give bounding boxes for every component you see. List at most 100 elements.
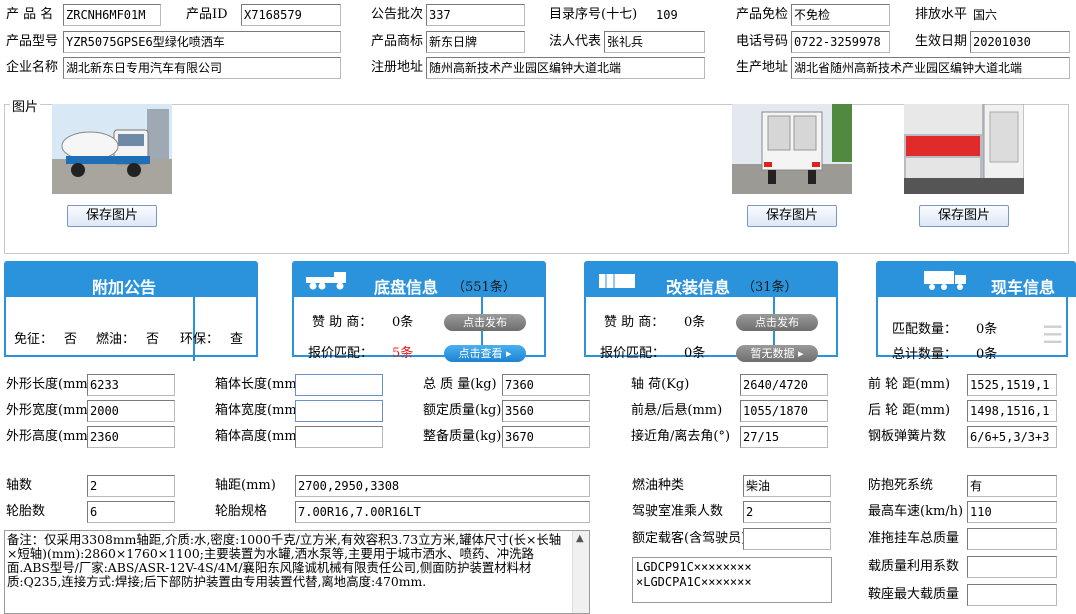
mod-panel: 改装信息 （31条） 赞 助 商： 0条 点击发布 报价匹配： 0条 暂无数据 … [584,261,838,362]
axles-label: 轴数 [6,478,33,493]
box-length-field[interactable] [295,374,383,396]
curb-mass-field[interactable]: 3670 [502,426,590,448]
fuel-type-label: 燃油种类 [632,478,685,493]
length-field[interactable]: 6233 [87,374,175,396]
util-field[interactable] [967,556,1057,578]
mod-quote-count: 0条 [684,346,706,361]
product-name-field[interactable]: ZRCNH6MF01M [63,4,161,26]
scroll-up-icon[interactable]: ▲ [576,533,584,544]
length-label: 外形长度(mm) [6,377,88,392]
fuel-type-field[interactable]: 柴油 [743,475,831,497]
chassis-view-button[interactable]: 点击查看 ▸ [444,345,526,362]
chassis-sponsor-count: 0条 [392,315,414,330]
effective-field[interactable]: 20201030 [970,31,1070,53]
menu-icon[interactable]: ☰ [1042,321,1064,349]
overhang-label: 前悬/后悬(mm) [631,403,723,418]
height-field[interactable]: 2360 [87,426,175,448]
passenger-field[interactable] [743,528,831,550]
angle-field[interactable]: 27/15 [740,426,828,448]
product-id-label: 产品ID [186,7,228,22]
notes-scrollbar[interactable]: ▲ [572,531,589,613]
fuel-label: 燃油： [96,332,136,347]
prod-addr-label: 生产地址 [736,60,789,75]
photo-section-label: 图片 [10,96,41,115]
chassis-count: （551条） [452,280,516,295]
brand-field[interactable]: 新东日牌 [426,31,525,53]
catalog-field[interactable]: 109 [653,4,705,26]
mod-count: （31条） [742,280,798,295]
front-track-field[interactable]: 1525,1519,1 [967,374,1057,396]
tax-exempt-label: 免征： [14,332,54,347]
total-mass-label: 总 质 量(kg) [423,377,497,392]
cab-field[interactable]: 2 [743,501,831,523]
phone-field[interactable]: 0722-3259978 [791,31,890,53]
box-height-field[interactable] [295,426,383,448]
speed-field[interactable]: 110 [967,501,1057,523]
trailer-field[interactable] [967,528,1057,550]
product-id-field[interactable]: X7168579 [241,4,341,26]
mod-publish-button[interactable]: 点击发布 [736,314,818,331]
tire-spec-field[interactable]: 7.00R16,7.00R16LT [295,501,590,523]
vin-line-2: ×LGDCPA1C××××××× [636,575,752,589]
chassis-quote-count: 5条 [392,346,414,361]
saddle-field[interactable] [967,584,1057,606]
stock-title: 现车信息 [991,278,1056,297]
rear-track-label: 后 轮 距(mm) [868,403,951,418]
batch-field[interactable]: 337 [426,4,525,26]
overhang-field[interactable]: 1055/1870 [740,400,828,422]
batch-label: 公告批次 [371,7,424,22]
product-name-label: 产 品 名 [6,7,54,22]
width-field[interactable]: 2000 [87,400,175,422]
save-photo-button-1[interactable]: 保存图片 [67,205,157,227]
spring-field[interactable]: 6/6+5,3/3+3 [967,426,1057,448]
emission-field[interactable]: 国六 [970,4,1070,26]
exempt-field[interactable]: 不免检 [791,4,890,26]
save-photo-button-3[interactable]: 保存图片 [919,205,1009,227]
chassis-title: 底盘信息 [374,278,439,297]
legal-label: 法人代表 [549,34,602,49]
model-field[interactable]: YZR5075GPSE6型绿化喷洒车 [63,31,341,53]
mod-quote-label: 报价匹配： [600,346,666,361]
truck-photo-detail[interactable] [904,104,1024,194]
tires-label: 轮胎数 [6,504,46,519]
spring-label: 钢板弹簧片数 [868,429,947,444]
height-label: 外形高度(mm) [6,429,88,444]
stock-total-label: 总计数量： [892,347,958,362]
prod-addr-field[interactable]: 湖北省随州高新技术产业园区编钟大道北端 [791,57,1070,79]
rated-mass-label: 额定质量(kg) [423,403,502,418]
rear-track-field[interactable]: 1498,1516,1 [967,400,1057,422]
axle-load-field[interactable]: 2640/4720 [740,374,828,396]
notice-title: 附加公告 [92,278,157,297]
abs-label: 防抱死系统 [868,478,934,493]
truck-photo-front[interactable] [52,104,172,194]
wheelbase-field[interactable]: 2700,2950,3308 [295,475,590,497]
axles-field[interactable]: 2 [87,475,175,497]
mod-box-icon [599,274,635,288]
stock-total-count: 0条 [976,347,998,362]
exempt-label: 产品免检 [736,7,789,22]
legal-field[interactable]: 张礼兵 [604,31,705,53]
chassis-panel: 底盘信息 （551条） 赞 助 商： 0条 点击发布 报价匹配： 5条 点击查看… [292,261,546,362]
vin-box[interactable]: LGDCP91C×××××××× ×LGDCPA1C××××××× [632,557,832,603]
tires-field[interactable]: 6 [87,501,175,523]
util-label: 载质量利用系数 [868,559,960,574]
vin-line-1: LGDCP91C×××××××× [636,560,752,574]
chassis-quote-label: 报价匹配： [308,346,374,361]
notes-textarea[interactable]: 备注：仅采用3308mm轴距,介质:水,密度:1000千克/立方米,有效容积3.… [4,530,590,614]
company-field[interactable]: 湖北新东日专用汽车有限公司 [63,57,341,79]
stock-match-count: 0条 [976,322,998,337]
reg-addr-field[interactable]: 随州高新技术产业园区编钟大道北端 [426,57,705,79]
save-photo-button-2[interactable]: 保存图片 [747,205,837,227]
emission-label: 排放水平 [915,7,968,22]
speed-label: 最高车速(km/h) [868,504,964,519]
abs-field[interactable]: 有 [967,475,1057,497]
trailer-label: 准拖挂车总质量 [868,531,960,546]
box-width-label: 箱体宽度(mm) [215,403,295,418]
chassis-publish-button[interactable]: 点击发布 [444,314,526,331]
box-width-field[interactable] [295,400,383,422]
truck-photo-rear[interactable] [732,104,852,194]
rated-mass-field[interactable]: 3560 [502,400,590,422]
width-label: 外形宽度(mm) [6,403,88,418]
total-mass-field[interactable]: 7360 [502,374,590,396]
mod-nodata-button[interactable]: 暂无数据 ▸ [736,345,818,362]
